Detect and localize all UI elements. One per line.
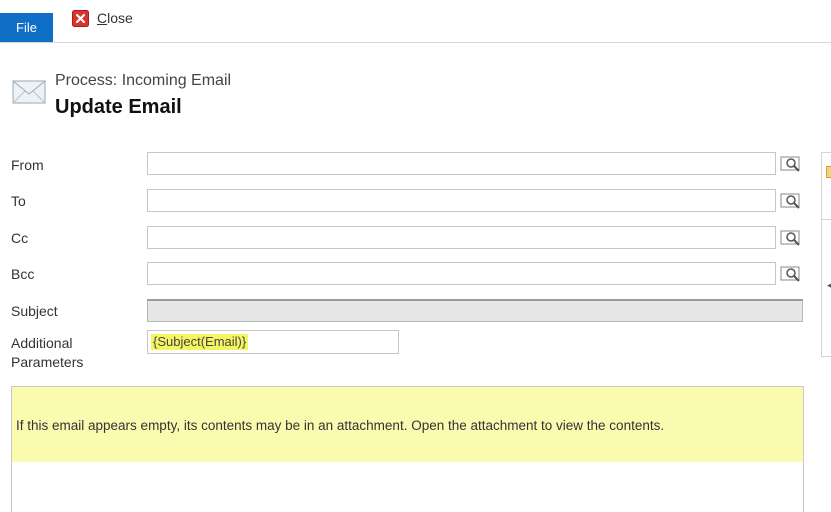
side-panel-folder-icon[interactable] [826,166,831,178]
to-label: To [11,193,26,209]
empty-email-notice: If this email appears empty, its content… [11,386,804,463]
file-tab-label: File [16,20,37,35]
side-panel [821,152,831,357]
side-panel-arrow-icon[interactable]: ◀ [827,281,831,291]
additional-parameters-label: Additional Parameters [11,334,83,372]
notice-text: If this email appears empty, its content… [16,418,665,433]
to-lookup-icon[interactable] [778,189,804,212]
close-icon [72,9,89,27]
close-button[interactable]: Close [72,8,133,28]
additional-label-line2: Parameters [11,354,84,370]
cc-label: Cc [11,230,29,246]
additional-parameters-value: {Subject(Email)} [151,334,249,350]
page-title: Update Email [55,96,182,118]
subject-field[interactable] [147,299,803,322]
additional-parameters-field[interactable]: {Subject(Email)} [147,330,399,354]
email-body-editor[interactable] [11,462,804,512]
to-field[interactable] [147,189,776,212]
bcc-field[interactable] [147,262,776,285]
subject-label: Subject [11,303,58,319]
cc-field[interactable] [147,226,776,249]
from-label: From [11,157,44,173]
process-subtitle: Process: Incoming Email [55,72,232,89]
email-icon [12,78,46,106]
close-label: Close [97,10,133,26]
bcc-label: Bcc [11,266,35,282]
ribbon-bar: File Close [0,0,831,43]
from-lookup-icon[interactable] [778,152,804,175]
cc-lookup-icon[interactable] [778,226,804,249]
additional-label-line1: Additional [11,335,73,351]
from-field[interactable] [147,152,776,175]
side-panel-divider [821,219,831,220]
file-tab[interactable]: File [0,13,53,42]
bcc-lookup-icon[interactable] [778,262,804,285]
